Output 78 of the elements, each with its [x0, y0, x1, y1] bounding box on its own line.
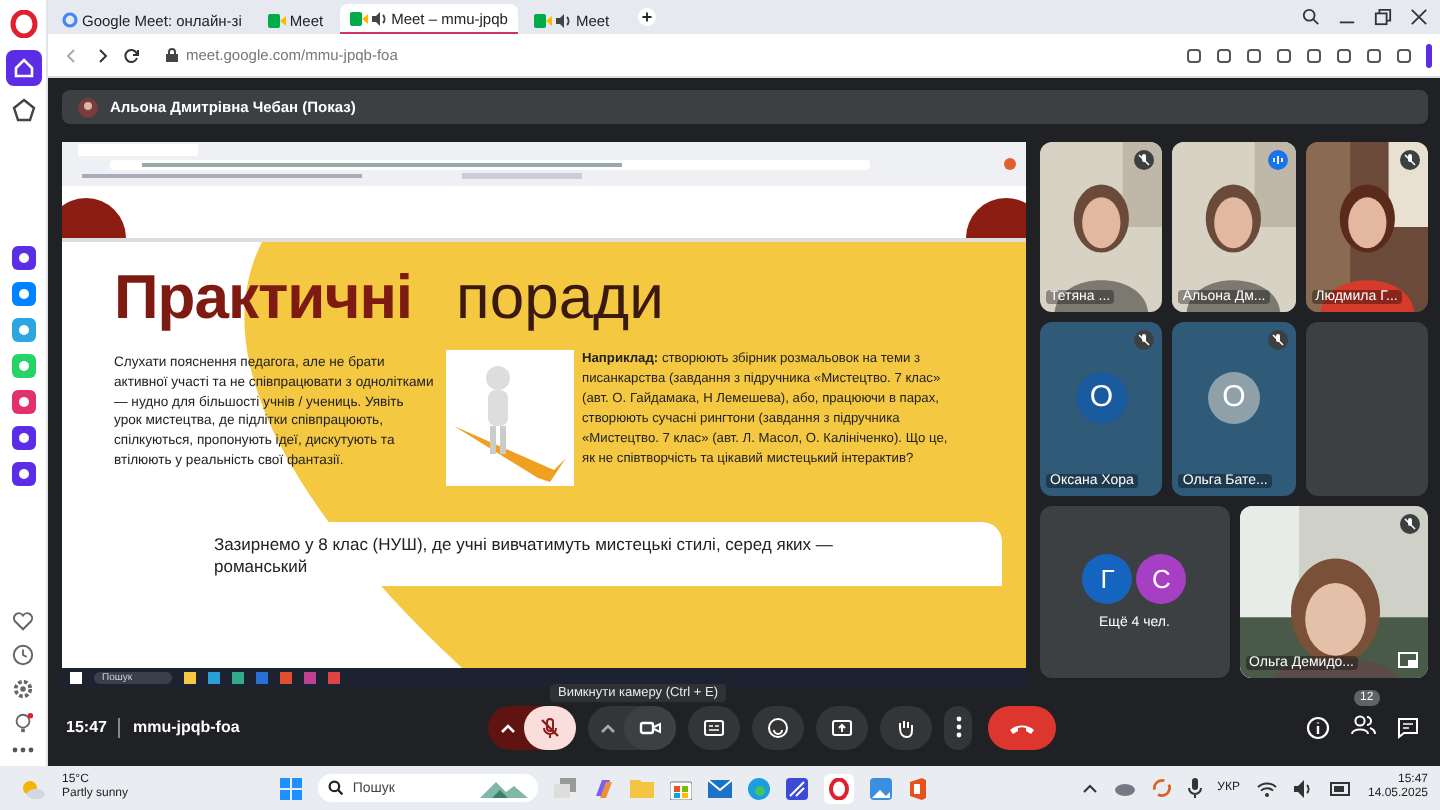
- speaking-icon: [1267, 150, 1288, 170]
- battery-icon[interactable]: [1329, 781, 1352, 795]
- store-icon[interactable]: [670, 777, 693, 799]
- more-icon: [955, 716, 962, 738]
- slide-title: поради: [456, 262, 664, 334]
- speaker-icon: [555, 13, 572, 27]
- new-tab-icon[interactable]: [637, 8, 656, 26]
- avatar-circle: О: [1075, 371, 1128, 423]
- app-icon[interactable]: [11, 462, 35, 486]
- opera-logo-icon[interactable]: [9, 10, 37, 38]
- office-icon[interactable]: [908, 777, 929, 799]
- opera-logo-icon[interactable]: [828, 777, 851, 799]
- figure-on-arrow-drawing: [446, 350, 574, 486]
- lock-icon: [166, 48, 178, 62]
- semicircle-shape: [62, 198, 126, 238]
- app-icon[interactable]: [11, 426, 35, 450]
- search-icon: [328, 780, 345, 796]
- speaker-icon[interactable]: [1293, 779, 1314, 797]
- envelope-icon[interactable]: [708, 779, 733, 797]
- avatar-circle: С: [1136, 554, 1187, 604]
- camera-logo-icon: [533, 13, 552, 27]
- participant-tile[interactable]: [1305, 322, 1428, 496]
- avatar-icon: [78, 97, 98, 117]
- captions-button[interactable]: [688, 705, 741, 749]
- present-button[interactable]: [816, 705, 869, 749]
- restore-icon[interactable]: [1374, 8, 1392, 26]
- forward-icon[interactable]: [94, 47, 110, 63]
- landscape-icon: [480, 778, 529, 798]
- wifi-icon[interactable]: [1255, 779, 1278, 797]
- home-icon[interactable]: [5, 50, 41, 86]
- app-icon[interactable]: [11, 282, 35, 306]
- windows-logo-icon: [70, 672, 82, 684]
- close-icon[interactable]: [1410, 8, 1428, 26]
- camera-logo-icon: [349, 11, 368, 25]
- end-call-button[interactable]: [988, 705, 1057, 749]
- camera-button[interactable]: [624, 705, 677, 749]
- meeting-time: 15:47: [66, 718, 107, 736]
- chat-icon[interactable]: [1396, 715, 1421, 739]
- avatar-circle: Г: [1082, 554, 1133, 604]
- more-icon[interactable]: [12, 746, 34, 754]
- windows-logo-icon[interactable]: [280, 777, 303, 799]
- more-options-button[interactable]: [944, 705, 973, 749]
- pip-icon[interactable]: [1398, 652, 1418, 668]
- microphone-icon[interactable]: [1187, 778, 1202, 798]
- photos-icon[interactable]: [870, 777, 893, 799]
- meeting-code: mmu-jpqb-foa: [132, 718, 240, 736]
- caret-icon[interactable]: [600, 721, 617, 733]
- hand-icon: [894, 715, 919, 739]
- avatar-circle: О: [1207, 371, 1260, 423]
- chevron-up-icon[interactable]: [1081, 782, 1098, 794]
- microphone-button[interactable]: [524, 705, 577, 749]
- google-logo-icon: [62, 12, 78, 28]
- raise-hand-button[interactable]: [880, 705, 933, 749]
- edge-browser-icon[interactable]: [748, 777, 771, 799]
- sync-icon[interactable]: [1151, 778, 1172, 798]
- microphone-icon: [538, 715, 563, 739]
- bulb-icon[interactable]: [12, 712, 34, 734]
- app-icon[interactable]: [786, 777, 809, 799]
- sidebar-handle[interactable]: [1426, 43, 1432, 67]
- reload-icon[interactable]: [124, 47, 140, 63]
- slide-paragraph: Зазирнемо у 8 клас (НУШ), де учні вивчатимуть мистецькі стилі, серед яких — романський: [214, 534, 835, 578]
- gear-icon[interactable]: [12, 678, 34, 700]
- cloud-icon[interactable]: [1113, 780, 1136, 796]
- present-screen-icon: [830, 715, 855, 739]
- camera-logo-icon: [267, 13, 286, 27]
- speaker-icon: [371, 11, 388, 25]
- info-icon[interactable]: [1306, 715, 1331, 739]
- emoji-button[interactable]: [752, 705, 805, 749]
- search-icon[interactable]: [1302, 8, 1320, 26]
- smiley-icon: [766, 715, 791, 739]
- people-icon[interactable]: [1350, 713, 1377, 735]
- clock-icon[interactable]: [12, 644, 34, 666]
- semicircle-shape: [966, 198, 1026, 238]
- copilot-icon[interactable]: [592, 777, 615, 799]
- app-icon[interactable]: [11, 246, 35, 270]
- captions-icon: [702, 715, 727, 739]
- app-icon[interactable]: [11, 390, 35, 414]
- pentagon-icon[interactable]: [11, 98, 35, 122]
